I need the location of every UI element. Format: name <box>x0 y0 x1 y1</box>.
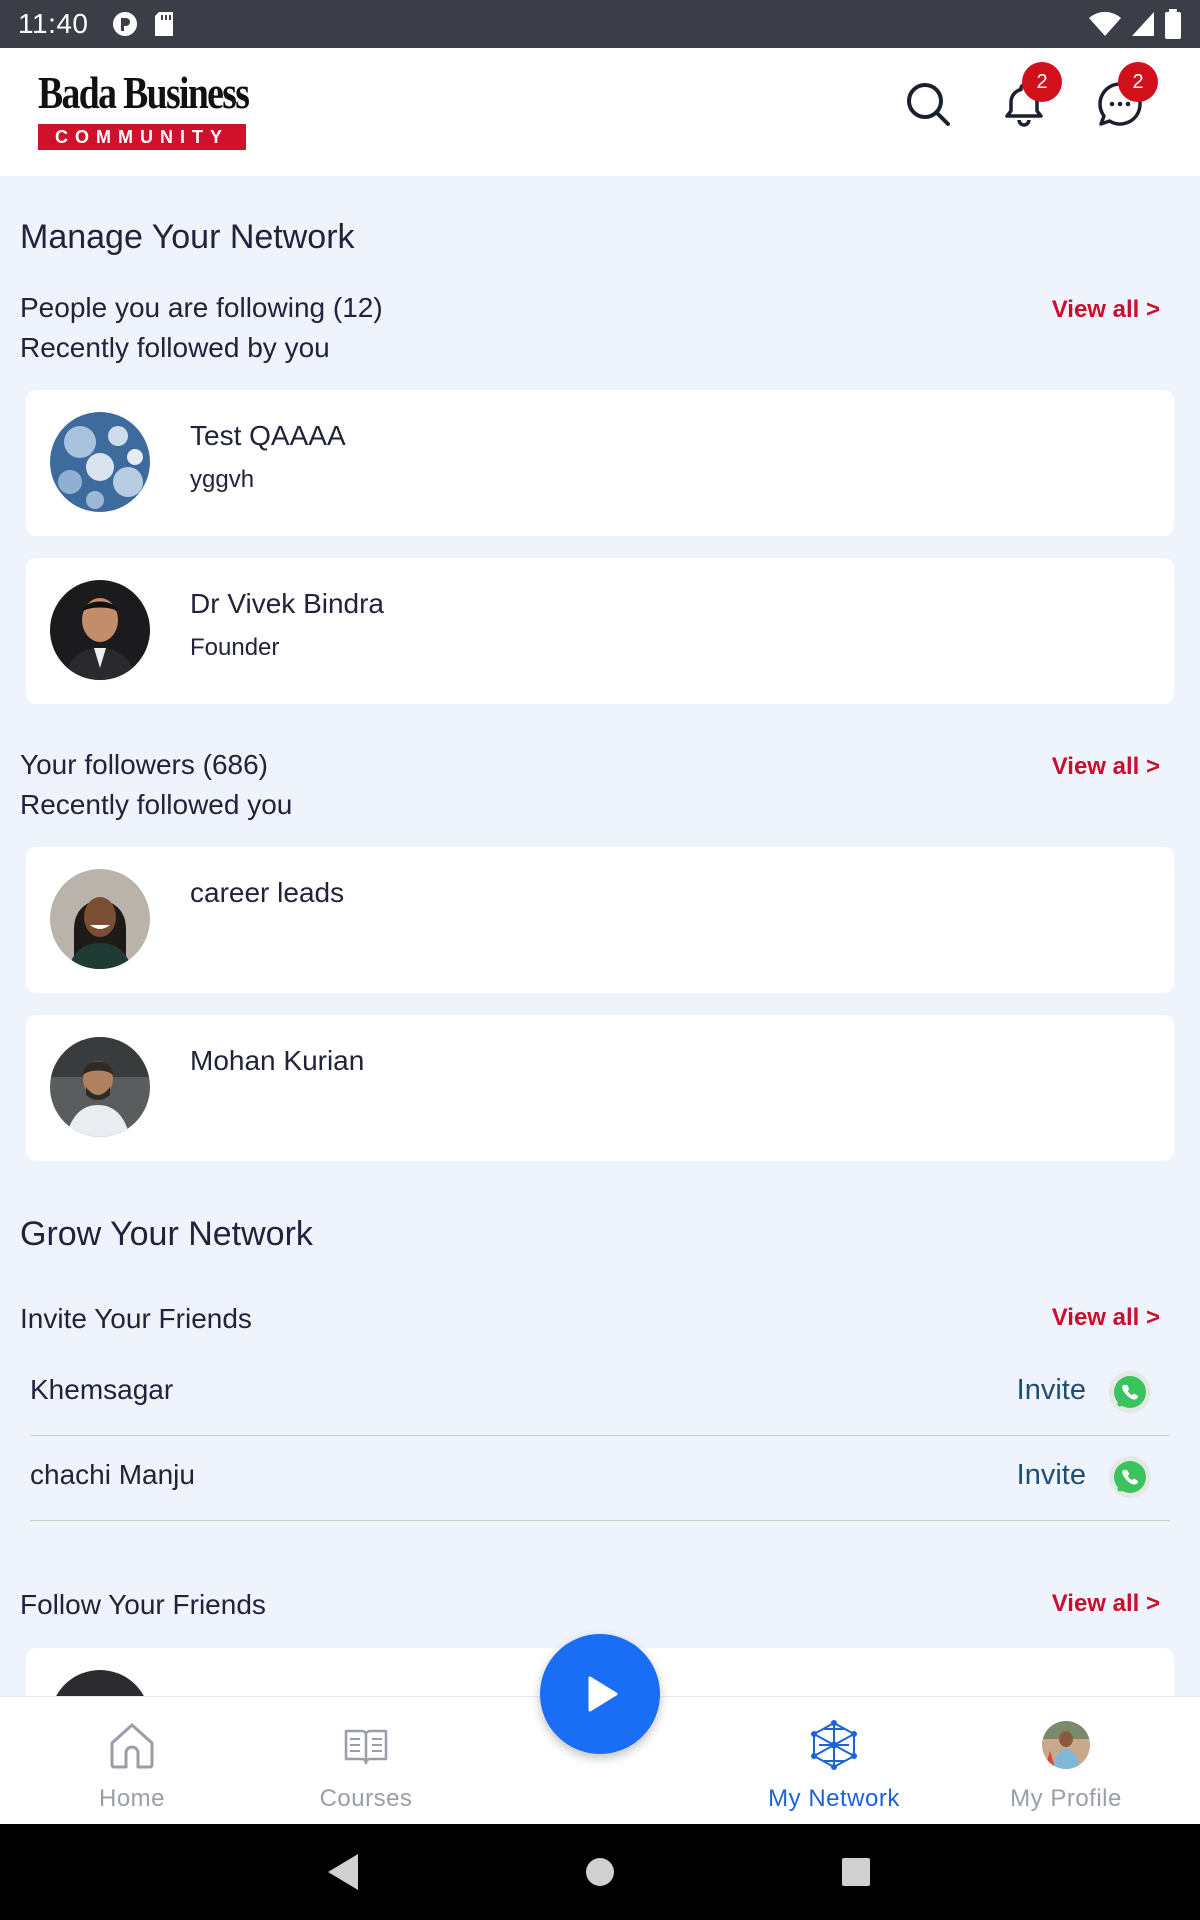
back-icon[interactable] <box>324 1852 362 1892</box>
nav-my-network[interactable]: My Network <box>734 1697 934 1825</box>
following-card[interactable]: Test QAAAA yggvh <box>26 390 1174 536</box>
following-title: People you are following (12) <box>20 292 383 323</box>
manage-network-title: Manage Your Network <box>20 218 355 256</box>
following-caption: Recently followed by you <box>20 332 330 363</box>
nav-courses[interactable]: Courses <box>266 1697 466 1825</box>
nav-label: My Profile <box>1010 1785 1122 1812</box>
logo-wordmark: Bada Business <box>38 67 250 118</box>
followers-title: Your followers (686) <box>20 749 268 780</box>
person-name: Mohan Kurian <box>190 1045 365 1076</box>
nav-label: Courses <box>319 1785 413 1812</box>
friend-name: chachi Manju <box>30 1459 195 1490</box>
person-name: Test QAAAA <box>190 420 346 451</box>
search-button[interactable] <box>896 72 960 136</box>
messages-button[interactable]: 2 <box>1088 62 1158 136</box>
wifi-icon <box>1089 11 1121 37</box>
avatar <box>50 1037 150 1137</box>
following-card[interactable]: Dr Vivek Bindra Founder <box>26 558 1174 704</box>
avatar <box>50 580 150 680</box>
following-view-all-link[interactable]: View all > <box>1052 296 1160 324</box>
status-time: 11:40 <box>18 8 89 39</box>
network-icon <box>811 1720 857 1770</box>
logo-community-strip: COMMUNITY <box>38 124 246 150</box>
invite-friends-title: Invite Your Friends <box>20 1303 252 1334</box>
recents-icon[interactable] <box>840 1856 872 1888</box>
nav-home[interactable]: Home <box>32 1697 232 1825</box>
messages-badge: 2 <box>1118 62 1158 102</box>
notifications-badge: 2 <box>1022 62 1062 102</box>
avatar <box>50 869 150 969</box>
play-icon <box>588 1676 618 1712</box>
sd-card-icon <box>154 12 173 36</box>
app-header: Bada Business COMMUNITY 2 2 <box>0 48 1200 176</box>
invite-button[interactable]: Invite <box>1017 1459 1086 1492</box>
invite-row: chachi Manju Invite <box>30 1437 1170 1521</box>
person-role: Founder <box>190 634 280 661</box>
followers-caption: Recently followed you <box>20 789 293 820</box>
friend-name: Khemsagar <box>30 1374 174 1405</box>
person-name: career leads <box>190 877 345 908</box>
invite-view-all-link[interactable]: View all > <box>1052 1304 1160 1332</box>
follow-view-all-link[interactable]: View all > <box>1052 1590 1160 1618</box>
follower-card[interactable]: career leads <box>26 847 1174 993</box>
bada-business-logo[interactable]: Bada Business COMMUNITY <box>38 67 250 154</box>
person-name: Dr Vivek Bindra <box>190 588 385 619</box>
app-notification-icon <box>112 12 137 36</box>
home-icon <box>110 1723 154 1769</box>
signal-icon <box>1132 12 1154 36</box>
avatar <box>50 412 150 512</box>
search-icon <box>907 83 950 126</box>
system-navigation-bar <box>0 1824 1200 1920</box>
grow-network-title: Grow Your Network <box>20 1215 313 1253</box>
profile-avatar <box>1042 1721 1090 1769</box>
whatsapp-icon[interactable] <box>1108 1370 1152 1414</box>
play-fab-button[interactable] <box>540 1634 660 1754</box>
avatar <box>50 1670 150 1698</box>
status-bar: 11:40 <box>0 0 1200 48</box>
nav-label: My Network <box>768 1785 900 1812</box>
home-circle-icon[interactable] <box>584 1856 616 1888</box>
battery-icon <box>1165 9 1181 39</box>
courses-icon <box>344 1729 388 1765</box>
follow-friends-title: Follow Your Friends <box>20 1589 266 1620</box>
follower-card[interactable]: Mohan Kurian <box>26 1015 1174 1161</box>
person-role: yggvh <box>190 466 255 493</box>
nav-my-profile[interactable]: My Profile <box>966 1697 1166 1825</box>
invite-button[interactable]: Invite <box>1017 1374 1086 1407</box>
followers-view-all-link[interactable]: View all > <box>1052 753 1160 781</box>
nav-label: Home <box>98 1785 166 1812</box>
notifications-button[interactable]: 2 <box>992 62 1062 136</box>
invite-row: Khemsagar Invite <box>30 1352 1170 1436</box>
whatsapp-icon[interactable] <box>1108 1455 1152 1499</box>
